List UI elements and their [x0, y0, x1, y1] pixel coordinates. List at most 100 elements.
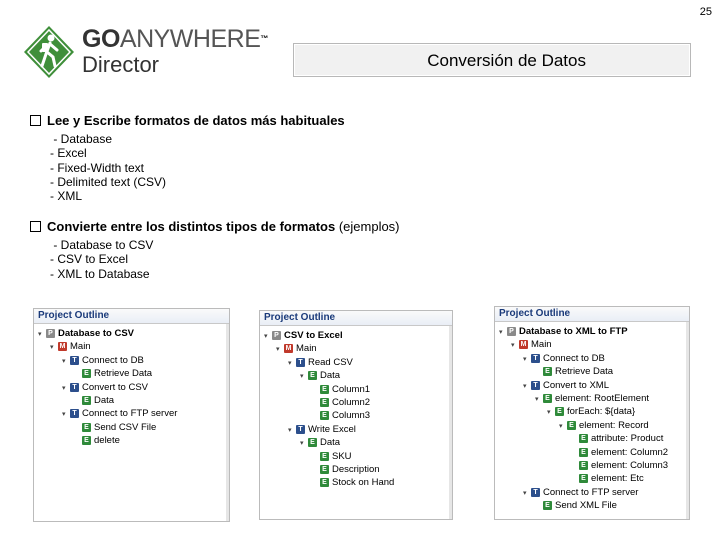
product-name: Director [82, 52, 160, 77]
node-type-icon: E [82, 436, 91, 446]
trademark: ™ [260, 34, 268, 43]
tree-row[interactable]: E Retrieve Data [535, 365, 613, 378]
node-type-icon: E [320, 411, 329, 421]
tree-row-label: Stock on Hand [332, 477, 395, 489]
tree-row[interactable]: E Column1 [312, 383, 370, 396]
tree-row[interactable]: ▾ E Data [300, 369, 340, 382]
brand-go: GO [82, 25, 120, 53]
expand-toggle-icon[interactable]: ▾ [300, 370, 308, 383]
expand-toggle-icon[interactable]: ▾ [38, 328, 46, 341]
tree-row-label: delete [94, 435, 120, 447]
scrollbar[interactable] [449, 326, 452, 519]
section2-heading-extra: (ejemplos) [335, 219, 400, 234]
node-type-icon: E [555, 407, 564, 417]
expand-toggle-icon[interactable]: ▾ [62, 382, 70, 395]
tree-row[interactable]: E Column3 [312, 409, 370, 422]
expand-toggle-icon[interactable]: ▾ [50, 341, 58, 354]
expand-toggle-icon[interactable]: ▾ [523, 487, 531, 500]
node-type-icon: E [320, 451, 329, 461]
tree-row-label: element: Column2 [591, 446, 669, 458]
expand-toggle-icon[interactable]: ▾ [62, 355, 70, 368]
expand-toggle-icon[interactable]: ▾ [559, 420, 567, 433]
node-type-icon: E [320, 478, 329, 488]
tree-row-label: Database to CSV [58, 328, 135, 339]
tree-row[interactable]: Eelement: Etc [571, 472, 644, 485]
node-type-icon: T [70, 409, 79, 419]
expand-toggle-icon[interactable]: ▾ [300, 437, 308, 450]
expand-toggle-icon[interactable]: ▾ [264, 330, 272, 343]
tree-row[interactable]: E SKU [312, 450, 352, 463]
tree-row[interactable]: E Stock on Hand [312, 476, 394, 489]
list-item: - Excel [50, 146, 87, 161]
tree-row-label: Data [94, 395, 115, 406]
tree-row[interactable]: Eattribute: Product [571, 432, 663, 445]
node-type-icon: E [82, 396, 91, 405]
hiker-logo-icon [24, 26, 74, 78]
tree-row[interactable]: ▾ M Main [276, 342, 317, 355]
tree-row-label: element: RootElement [555, 393, 649, 404]
scrollbar[interactable] [226, 324, 229, 521]
tree-row[interactable]: ▾ P CSV to Excel [264, 329, 343, 342]
tree-row[interactable]: E Data [74, 394, 114, 407]
tree-row[interactable]: ▾ P Database to XML to FTP [499, 325, 628, 338]
checkbox-bullet-icon [30, 115, 41, 126]
expand-toggle-icon[interactable]: ▾ [547, 406, 555, 419]
scrollbar[interactable] [686, 322, 689, 519]
tree-row[interactable]: ▾ M Main [511, 338, 552, 351]
tree-row-label: Main [70, 341, 91, 353]
tree-row[interactable]: E Column2 [312, 396, 370, 409]
node-type-icon: P [272, 331, 281, 340]
section2-list: - Database to CSV - CSV to Excel - XML t… [50, 238, 153, 281]
tree-row[interactable]: ▾ T Convert to XML [523, 379, 609, 392]
expand-toggle-icon[interactable]: ▾ [62, 408, 70, 421]
tree-row[interactable]: ▾ T Connect to DB [523, 352, 605, 365]
project-outline-panel-2: Project Outline ▾ P CSV to Excel ▾ M Main ▾ T Re… [259, 310, 453, 520]
tree-row-label: Column3 [332, 410, 371, 422]
tree-row[interactable]: Edelete [74, 434, 120, 447]
expand-toggle-icon[interactable]: ▾ [523, 380, 531, 393]
list-item: - XML to Database [50, 266, 150, 281]
expand-toggle-icon[interactable]: ▾ [523, 353, 531, 366]
tree-row[interactable]: ▾ T Read CSV [288, 356, 353, 369]
node-type-icon: E [543, 394, 552, 403]
tree-row[interactable]: ▾ E Data [300, 436, 340, 449]
tree-row[interactable]: Eelement: Column3 [571, 459, 668, 472]
tree-row[interactable]: ▾ T Connect to FTP server [62, 407, 177, 420]
panel-header: Project Outline [260, 311, 452, 326]
list-item: - CSV to Excel [50, 252, 129, 267]
tree-row[interactable]: ▾ Eelement: Record [559, 419, 649, 432]
tree-row[interactable]: Eelement: Column2 [571, 446, 668, 459]
tree-row[interactable]: E Description [312, 463, 380, 476]
expand-toggle-icon[interactable]: ▾ [288, 424, 296, 437]
tree-row-label: Connect to FTP server [543, 486, 639, 498]
node-type-icon: E [543, 367, 552, 377]
node-type-icon: E [320, 384, 329, 394]
tree-row-label: Database to XML to FTP [519, 326, 628, 337]
tree-row[interactable]: ▾ EforEach: ${data} [547, 405, 635, 418]
checkbox-bullet-icon [30, 221, 41, 232]
section1-list: - Database - Excel - Fixed-Width text - … [50, 132, 166, 203]
node-type-icon: M [58, 342, 67, 352]
tree-row[interactable]: E Send XML File [535, 499, 617, 512]
tree-row[interactable]: ▾ T Convert to CSV [62, 381, 148, 394]
expand-toggle-icon[interactable]: ▾ [499, 326, 507, 339]
node-type-icon: T [296, 424, 305, 434]
expand-toggle-icon[interactable]: ▾ [535, 393, 543, 406]
tree-row[interactable]: E Send CSV File [74, 421, 156, 434]
tree-row[interactable]: ▾ T Connect to DB [62, 354, 144, 367]
tree-row[interactable]: ▾ T Connect to FTP server [523, 486, 638, 499]
tree-row-label: element: Column3 [591, 460, 669, 471]
node-type-icon: E [82, 369, 91, 379]
tree-row[interactable]: ▾ P Database to CSV [38, 327, 134, 340]
expand-toggle-icon[interactable]: ▾ [288, 357, 296, 370]
expand-toggle-icon[interactable]: ▾ [511, 339, 519, 352]
tree-row[interactable]: E Retrieve Data [74, 367, 152, 380]
tree-row[interactable]: ▾ Eelement: RootElement [535, 392, 649, 405]
tree-row[interactable]: ▾ T Write Excel [288, 423, 356, 436]
expand-toggle-icon[interactable]: ▾ [276, 343, 284, 356]
tree-row[interactable]: ▾ M Main [50, 340, 91, 353]
node-type-icon: T [296, 357, 305, 367]
tree-row-label: Write Excel [308, 423, 356, 435]
node-type-icon: T [531, 353, 540, 363]
node-type-icon: E [320, 465, 329, 474]
